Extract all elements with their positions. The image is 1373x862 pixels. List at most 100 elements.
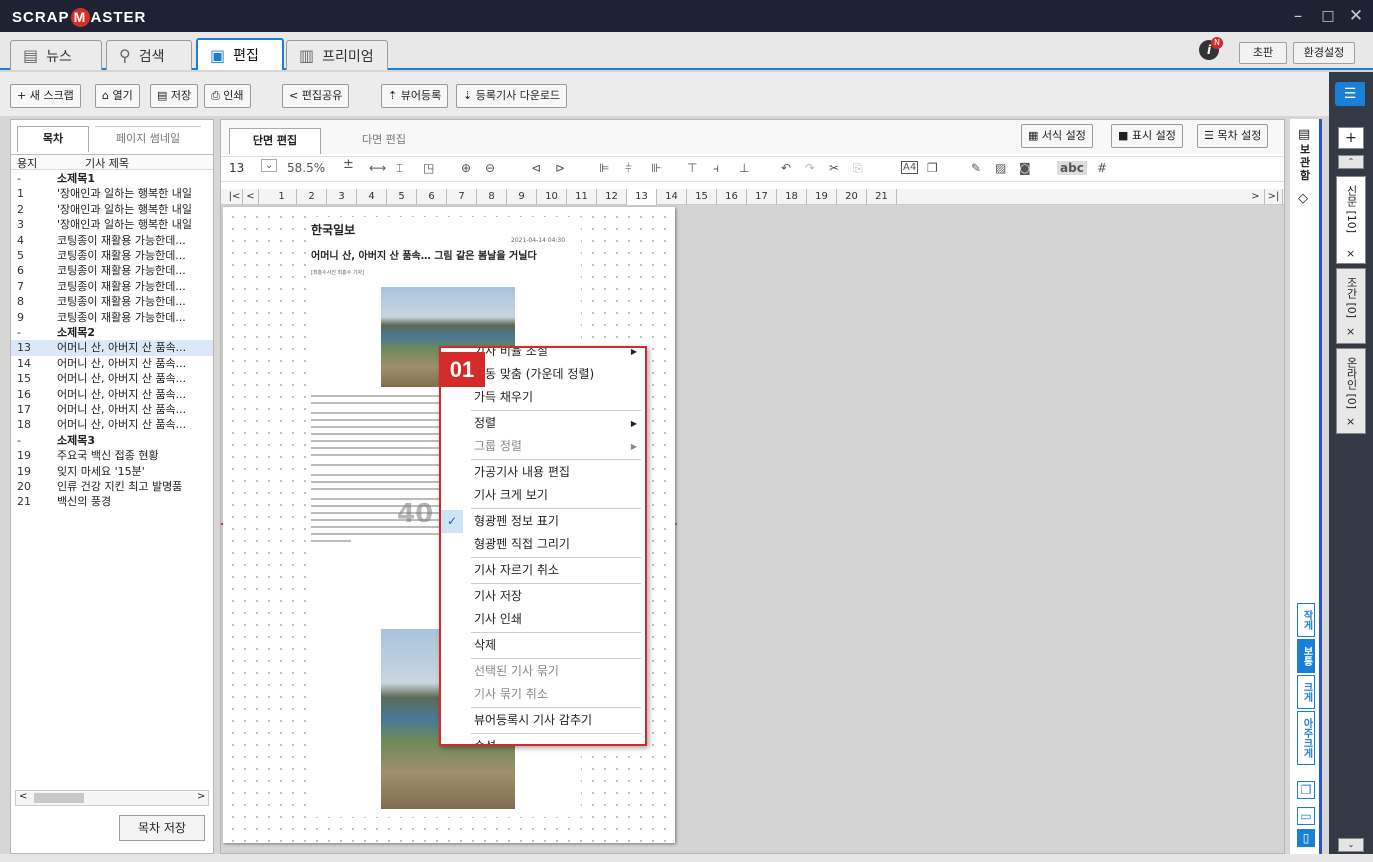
tab-search[interactable]: ⚲ 검색 <box>106 40 192 70</box>
page-number-5[interactable]: 5 <box>387 189 417 205</box>
tab-morning[interactable]: 조간 [0] × <box>1336 268 1366 344</box>
menu-item[interactable]: 정렬 ▶ <box>441 412 645 435</box>
menu-item[interactable]: 속성 ▶ <box>441 735 645 744</box>
menu-item[interactable]: 기사 자르기 취소 <box>441 559 645 582</box>
size-large-button[interactable]: 크게 <box>1297 675 1315 709</box>
next-page-icon[interactable]: ⊳ <box>555 161 565 175</box>
add-tab-button[interactable]: + <box>1338 127 1364 149</box>
page-number-4[interactable]: 4 <box>357 189 387 205</box>
toc-row[interactable]: 21 백신의 풍경 <box>11 494 213 509</box>
scroll-left-icon[interactable]: < <box>19 791 27 802</box>
toc-row[interactable]: 2 '장애인과 일하는 행복한 내일 <box>11 202 213 217</box>
toc-row[interactable]: - 소제목1 <box>11 171 213 186</box>
menu-item[interactable]: 가공기사 내용 편집 <box>441 461 645 484</box>
page-number-field[interactable]: 13 <box>229 161 244 175</box>
fit-page-icon[interactable]: ◳ <box>423 161 434 175</box>
menu-toggle-icon[interactable]: ☰ <box>1335 82 1365 106</box>
toc-row[interactable]: 5 코팅종이 재활용 가능한데... <box>11 248 213 263</box>
page-number-8[interactable]: 8 <box>477 189 507 205</box>
page-number-19[interactable]: 19 <box>807 189 837 205</box>
tab-edit[interactable]: ▣ 편집 <box>196 38 284 70</box>
align-middle-icon[interactable]: ⫞ <box>713 161 719 176</box>
align-top-icon[interactable]: ⊤ <box>687 161 697 175</box>
minimize-button[interactable]: – <box>1288 6 1308 26</box>
last-page-icon[interactable]: >| <box>1265 189 1283 205</box>
toc-row[interactable]: 9 코팅종이 재활용 가능한데... <box>11 310 213 325</box>
toc-row[interactable]: - 소제목2 <box>11 325 213 340</box>
page-number-11[interactable]: 11 <box>567 189 597 205</box>
tab-newspaper[interactable]: 신문 [10] × <box>1336 176 1366 264</box>
storage-icon[interactable]: ▤ <box>1298 127 1310 142</box>
size-normal-button[interactable]: 보통 <box>1297 639 1315 673</box>
page-number-10[interactable]: 10 <box>537 189 567 205</box>
menu-item[interactable]: 삭제 <box>441 634 645 657</box>
display-settings-button[interactable]: ■ 표시 설정 <box>1111 124 1183 148</box>
edit-icon[interactable]: ✎ <box>971 161 981 175</box>
toc-save-button[interactable]: 목차 저장 <box>119 815 205 841</box>
size-xlarge-button[interactable]: 아주크게 <box>1297 711 1315 765</box>
share-button[interactable]: < 편집공유 <box>282 84 350 108</box>
toc-row[interactable]: 19 잊지 마세요 '15분' <box>11 464 213 479</box>
column-view-icon[interactable]: ▯ <box>1297 829 1315 847</box>
toc-row[interactable]: 20 인류 건강 지킨 최고 발명품 <box>11 479 213 494</box>
align-left-icon[interactable]: ⊫ <box>599 161 609 175</box>
menu-item[interactable]: 기사 저장 <box>441 585 645 608</box>
single-view-icon[interactable]: ▭ <box>1297 807 1315 825</box>
toc-row[interactable]: 16 어머니 산, 아버지 산 품속... <box>11 387 213 402</box>
prev-pages-icon[interactable]: < <box>243 189 259 205</box>
menu-item[interactable]: 기사 인쇄 <box>441 608 645 631</box>
toc-row[interactable]: 17 어머니 산, 아버지 산 품속... <box>11 402 213 417</box>
page-number-21[interactable]: 21 <box>867 189 897 205</box>
undo-icon[interactable]: ↶ <box>781 161 791 175</box>
tab-multi-edit[interactable]: 다면 편집 <box>339 128 429 154</box>
toc-row[interactable]: 15 어머니 산, 아버지 산 품속... <box>11 371 213 386</box>
page-number-13[interactable]: 13 <box>627 189 657 205</box>
tab-toc[interactable]: 목차 <box>17 126 89 152</box>
first-page-icon[interactable]: |< <box>227 189 243 205</box>
menu-item[interactable]: 형광펜 정보 표기 ✓ <box>441 510 645 533</box>
size-small-button[interactable]: 작게 <box>1297 603 1315 637</box>
page-number-6[interactable]: 6 <box>417 189 447 205</box>
horizontal-scrollbar[interactable]: < > <box>15 790 209 806</box>
fit-height-icon[interactable]: ⌶ <box>396 161 403 176</box>
toc-row[interactable]: 14 어머니 산, 아버지 산 품속... <box>11 356 213 371</box>
align-right-icon[interactable]: ⊪ <box>651 161 661 175</box>
menu-item[interactable]: 기사 크게 보기 <box>441 484 645 507</box>
page-number-18[interactable]: 18 <box>777 189 807 205</box>
image-icon[interactable]: ▨ <box>995 161 1006 175</box>
page-number-17[interactable]: 17 <box>747 189 777 205</box>
scroll-right-icon[interactable]: > <box>197 791 205 802</box>
page-number-12[interactable]: 12 <box>597 189 627 205</box>
tab-online[interactable]: 온라인 [0] × <box>1336 348 1366 434</box>
prev-page-icon[interactable]: ⊲ <box>531 161 541 175</box>
rail-up-icon[interactable]: ⌃ <box>1338 155 1364 169</box>
pin-icon[interactable]: ◇ <box>1298 191 1308 206</box>
menu-item[interactable]: 기사 묶기 취소 <box>441 683 645 706</box>
menu-item[interactable]: 형광펜 직접 그리기 <box>441 533 645 556</box>
page-number-20[interactable]: 20 <box>837 189 867 205</box>
grid-toggle-icon[interactable]: # <box>1097 161 1107 175</box>
toc-row[interactable]: - 소제목3 <box>11 433 213 448</box>
menu-item[interactable]: 그룹 정렬 ▶ <box>441 435 645 458</box>
toc-row[interactable]: 13 어머니 산, 아버지 산 품속... <box>11 340 213 356</box>
tab-thumbnails[interactable]: 페이지 썸네일 <box>95 126 201 152</box>
tab-premium[interactable]: ▥ 프리미엄 <box>286 40 388 70</box>
toc-row[interactable]: 1 '장애인과 일하는 행복한 내일 <box>11 186 213 201</box>
a4-icon[interactable]: A4 <box>901 161 919 174</box>
zoom-field[interactable]: 58.5% <box>287 161 325 175</box>
toc-settings-button[interactable]: ☰ 목차 설정 <box>1197 124 1269 148</box>
copy-icon[interactable]: ⎘ <box>853 161 863 176</box>
settings-button[interactable]: 환경설정 <box>1293 42 1355 64</box>
save-button[interactable]: ▤ 저장 <box>150 84 199 108</box>
new-scrap-button[interactable]: + 새 스크랩 <box>10 84 81 108</box>
page-number-16[interactable]: 16 <box>717 189 747 205</box>
align-center-icon[interactable]: ⫩ <box>625 161 632 176</box>
close-tab-icon[interactable]: × <box>1346 415 1355 428</box>
zoom-stepper[interactable]: ± <box>343 157 354 172</box>
text-highlight-icon[interactable]: abc <box>1057 161 1087 175</box>
toc-row[interactable]: 18 어머니 산, 아버지 산 품속... <box>11 417 213 432</box>
page-number-3[interactable]: 3 <box>327 189 357 205</box>
page-number-15[interactable]: 15 <box>687 189 717 205</box>
fit-width-icon[interactable]: ⟷ <box>369 161 386 175</box>
page-number-14[interactable]: 14 <box>657 189 687 205</box>
